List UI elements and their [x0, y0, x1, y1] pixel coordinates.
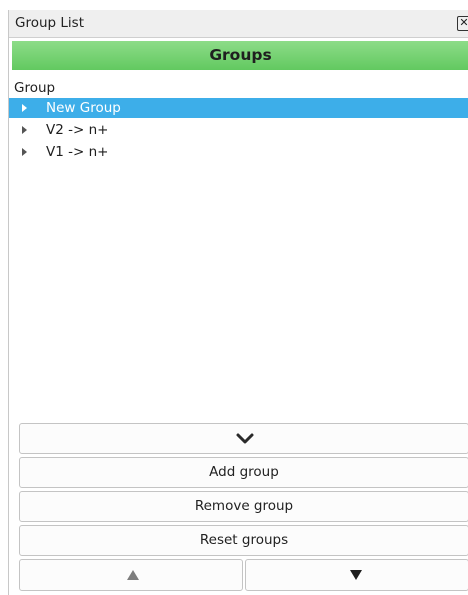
- tree-item-label: New Group: [46, 100, 121, 116]
- tree-item-v1[interactable]: V1 -> n+: [9, 142, 468, 162]
- expand-arrow-icon[interactable]: [22, 104, 27, 112]
- tree-item-label: V1 -> n+: [46, 144, 109, 160]
- remove-group-label: Remove group: [194, 498, 294, 514]
- add-group-label: Add group: [209, 464, 279, 480]
- chevron-down-icon: [236, 433, 254, 444]
- tree-item-label: V2 -> n+: [46, 122, 109, 138]
- triangle-up-icon: [127, 570, 139, 580]
- close-icon[interactable]: ✕: [457, 16, 468, 31]
- group-tree[interactable]: New Group V2 -> n+ V1 -> n+: [9, 98, 468, 418]
- group-list-panel: Group List ✕ Groups Group New Group V2 -…: [8, 10, 468, 595]
- reset-groups-button[interactable]: Reset groups: [19, 525, 468, 556]
- move-up-button[interactable]: [19, 559, 243, 591]
- reset-groups-label: Reset groups: [199, 532, 289, 548]
- panel-titlebar: Group List ✕: [9, 10, 468, 38]
- tree-item-new-group[interactable]: New Group: [9, 98, 468, 118]
- move-down-button[interactable]: [245, 559, 468, 591]
- expand-arrow-icon[interactable]: [22, 148, 27, 156]
- column-header-group[interactable]: Group: [9, 78, 468, 99]
- groups-header: Groups: [12, 41, 468, 70]
- expand-arrow-icon[interactable]: [22, 126, 27, 134]
- column-header-label: Group: [14, 80, 56, 96]
- add-group-button[interactable]: Add group: [19, 457, 468, 488]
- panel-title: Group List: [15, 15, 84, 31]
- remove-group-button[interactable]: Remove group: [19, 491, 468, 522]
- tree-item-v2[interactable]: V2 -> n+: [9, 120, 468, 140]
- expand-button[interactable]: [19, 423, 468, 454]
- triangle-down-icon: [350, 570, 362, 580]
